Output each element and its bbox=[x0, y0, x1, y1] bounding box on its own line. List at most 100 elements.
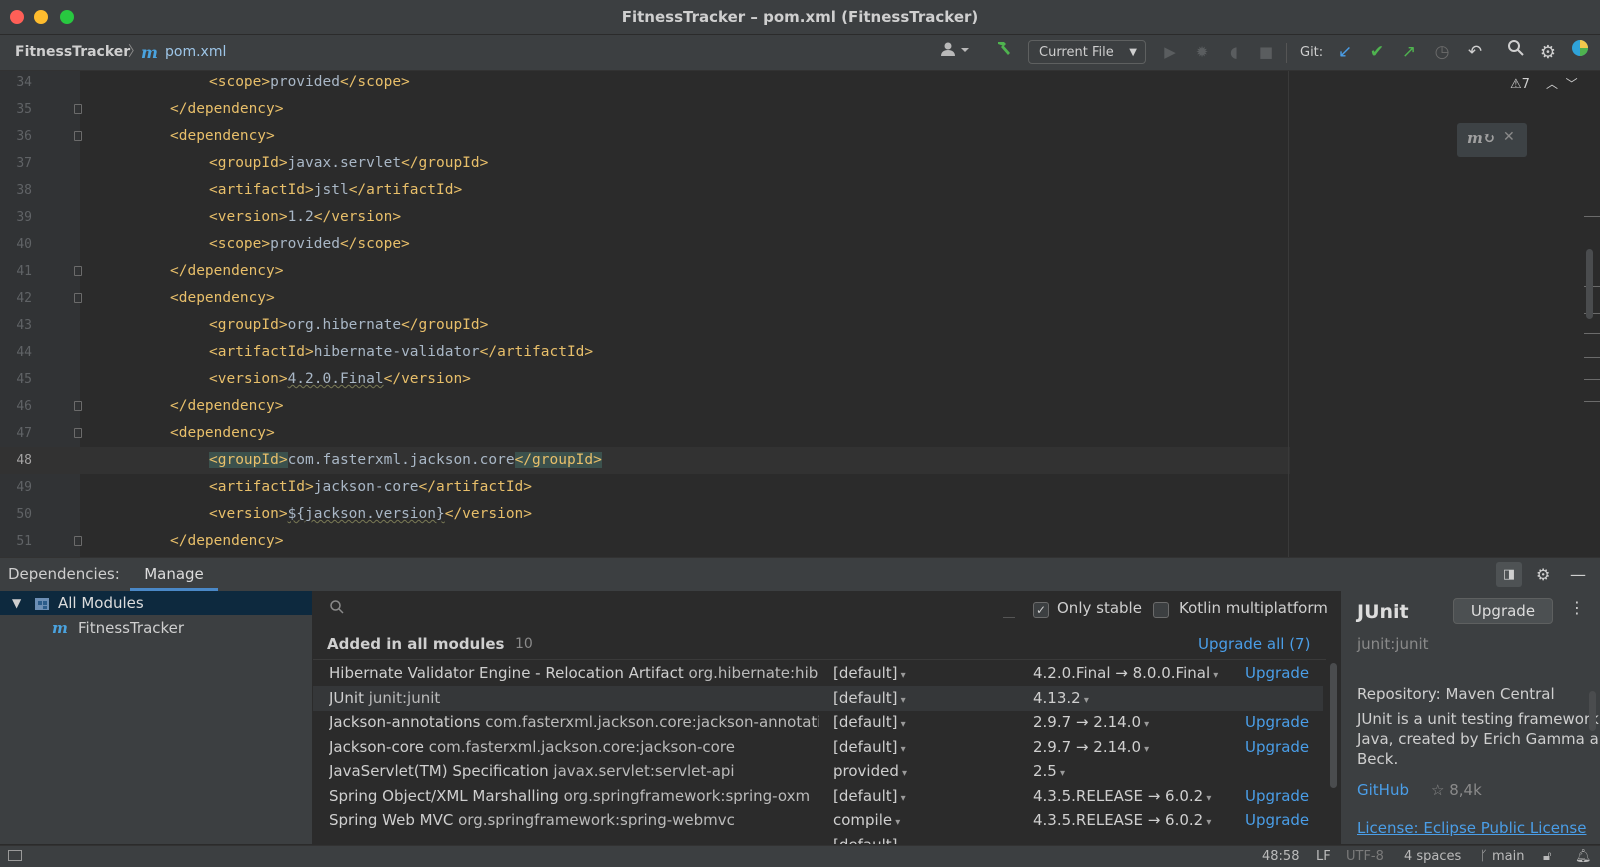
code-line[interactable]: 36 <dependency> bbox=[0, 123, 1290, 150]
code-line[interactable]: 42 <dependency> bbox=[0, 285, 1290, 312]
package-row[interactable]: JUnit junit:junit [default] ▾ 4.13.2 ▾ bbox=[313, 685, 1323, 713]
breadcrumb-file[interactable]: pom.xml bbox=[165, 35, 226, 70]
package-version-select[interactable]: 4.13.2 ▾ bbox=[1033, 686, 1228, 713]
jetbrains-logo-icon[interactable] bbox=[1568, 35, 1592, 70]
code-line[interactable]: 49 <artifactId>jackson-core</artifactId> bbox=[0, 474, 1290, 501]
package-list-scrollbar[interactable] bbox=[1330, 663, 1337, 788]
fold-marker-icon[interactable] bbox=[74, 428, 82, 438]
upgrade-link[interactable]: Upgrade bbox=[1245, 710, 1309, 735]
git-push-icon[interactable]: ↗ bbox=[1397, 35, 1421, 70]
code-line[interactable]: 34 <scope>provided</scope> bbox=[0, 71, 1290, 96]
run-config-select[interactable]: Current File ▼ bbox=[1028, 40, 1146, 64]
package-row[interactable]: Jackson-annotations com.fasterxml.jackso… bbox=[313, 710, 1323, 735]
kotlin-multiplatform-checkbox[interactable] bbox=[1153, 602, 1169, 618]
upgrade-all-link[interactable]: Upgrade all (7) bbox=[1198, 635, 1310, 653]
code-line[interactable]: 35 </dependency> bbox=[0, 96, 1290, 123]
maven-reload-icon[interactable]: m↻ bbox=[1467, 129, 1495, 147]
package-scope-select[interactable]: [default] ▾ bbox=[833, 686, 1013, 713]
package-scope-select[interactable]: provided ▾ bbox=[833, 759, 1013, 786]
package-row[interactable]: Jackson-core com.fasterxml.jackson.core:… bbox=[313, 735, 1323, 760]
lock-icon[interactable]: 🔓︎ bbox=[1543, 846, 1551, 867]
code-line[interactable]: 40 <scope>provided</scope> bbox=[0, 231, 1290, 258]
settings-icon[interactable]: ⚙ bbox=[1536, 35, 1560, 70]
rollback-icon[interactable]: ↶ bbox=[1463, 35, 1487, 70]
package-version-select[interactable]: 2.9.7 → 2.14.0 ▾ bbox=[1033, 710, 1228, 737]
license-link[interactable]: License: Eclipse Public License bbox=[1357, 819, 1586, 837]
breadcrumb-project[interactable]: FitnessTracker bbox=[15, 35, 130, 70]
toggle-details-panel-icon[interactable]: ◨ bbox=[1496, 562, 1522, 587]
code-editor[interactable]: 34 <scope>provided</scope> 35 </dependency>… bbox=[0, 71, 1600, 557]
history-icon[interactable]: ◷ bbox=[1430, 35, 1454, 70]
package-row[interactable]: Spring Object/XML Marshalling org.spring… bbox=[313, 784, 1323, 809]
package-version-select[interactable]: 4.3.5.RELEASE → 6.0.2 ▾ bbox=[1033, 808, 1228, 835]
search-icon[interactable] bbox=[1504, 35, 1528, 70]
toggle-toolwindows-icon[interactable] bbox=[8, 850, 22, 861]
fold-marker-icon[interactable] bbox=[74, 293, 82, 303]
notifications-icon[interactable]: 🔔︎ bbox=[1575, 846, 1592, 867]
only-stable-checkbox[interactable]: ✓ bbox=[1033, 602, 1049, 618]
settings-icon[interactable]: ⚙ bbox=[1536, 558, 1550, 591]
indent-setting[interactable]: 4 spaces bbox=[1404, 846, 1461, 867]
run-icon[interactable]: ▶ bbox=[1158, 35, 1182, 70]
editor-scrollbar[interactable] bbox=[1586, 249, 1593, 319]
package-row[interactable]: [default] ▾ bbox=[313, 833, 1323, 845]
package-version-select[interactable]: 2.9.7 → 2.14.0 ▾ bbox=[1033, 735, 1228, 762]
kotlin-multiplatform-label[interactable]: Kotlin multiplatform bbox=[1179, 599, 1328, 617]
git-branch-widget[interactable]: ᚴ main bbox=[1480, 846, 1524, 867]
package-row[interactable]: JavaServlet(TM) Specification javax.serv… bbox=[313, 759, 1323, 784]
upgrade-button[interactable]: Upgrade bbox=[1453, 598, 1553, 624]
stop-icon[interactable]: ■ bbox=[1254, 35, 1278, 70]
file-encoding[interactable]: UTF-8 bbox=[1346, 846, 1384, 867]
code-line[interactable]: 41 </dependency> bbox=[0, 258, 1290, 285]
module-tree-item-all[interactable]: ▼ All Modules bbox=[0, 591, 312, 615]
warnings-indicator[interactable]: ⚠7 bbox=[1510, 77, 1530, 92]
minimize-toolwindow-icon[interactable]: — bbox=[1570, 558, 1586, 591]
code-line[interactable]: 47 <dependency> bbox=[0, 420, 1290, 447]
package-scope-select[interactable]: [default] ▾ bbox=[833, 735, 1013, 762]
code-line[interactable]: 46 </dependency> bbox=[0, 393, 1290, 420]
line-separator[interactable]: LF bbox=[1316, 846, 1331, 867]
git-commit-icon[interactable]: ✔ bbox=[1365, 35, 1389, 70]
package-version-select[interactable]: 2.5 ▾ bbox=[1033, 759, 1228, 786]
upgrade-link[interactable]: Upgrade bbox=[1245, 661, 1309, 686]
account-icon[interactable] bbox=[938, 35, 972, 70]
upgrade-link[interactable]: Upgrade bbox=[1245, 735, 1309, 760]
code-line[interactable]: 37 <groupId>javax.servlet</groupId> bbox=[0, 150, 1290, 177]
package-scope-select[interactable]: [default] ▾ bbox=[833, 661, 1013, 688]
fold-marker-icon[interactable] bbox=[74, 266, 82, 276]
more-options-icon[interactable]: ⋮ bbox=[1569, 598, 1585, 617]
caret-position[interactable]: 48:58 bbox=[1262, 846, 1299, 867]
only-stable-label[interactable]: Only stable bbox=[1057, 599, 1142, 617]
package-search-input[interactable] bbox=[353, 595, 917, 623]
code-line[interactable]: 48 <groupId>com.fasterxml.jackson.core</g… bbox=[0, 447, 1290, 474]
code-line[interactable]: 38 <artifactId>jstl</artifactId> bbox=[0, 177, 1290, 204]
code-line[interactable]: 44 <artifactId>hibernate-validator</artif… bbox=[0, 339, 1290, 366]
build-hammer-icon[interactable] bbox=[992, 35, 1016, 70]
debug-icon[interactable]: ✹ bbox=[1190, 35, 1214, 70]
module-tree-item-fitnesstracker[interactable]: FitnessTracker bbox=[78, 615, 184, 641]
github-link[interactable]: GitHub bbox=[1357, 781, 1409, 799]
fold-marker-icon[interactable] bbox=[74, 401, 82, 411]
upgrade-link[interactable]: Upgrade bbox=[1245, 808, 1309, 833]
code-line[interactable]: 45 <version>4.2.0.Final</version> bbox=[0, 366, 1290, 393]
package-row[interactable]: Hibernate Validator Engine - Relocation … bbox=[313, 661, 1323, 686]
git-update-icon[interactable]: ↙ bbox=[1333, 35, 1357, 70]
previous-warning-icon[interactable]: ︿ bbox=[1546, 77, 1558, 91]
fold-marker-icon[interactable] bbox=[74, 131, 82, 141]
package-scope-select[interactable]: compile ▾ bbox=[833, 808, 1013, 835]
code-line[interactable]: 43 <groupId>org.hibernate</groupId> bbox=[0, 312, 1290, 339]
chevron-down-icon[interactable]: ▼ bbox=[12, 591, 21, 615]
package-scope-select[interactable]: [default] ▾ bbox=[833, 833, 1013, 845]
package-version-select[interactable]: 4.2.0.Final → 8.0.0.Final ▾ bbox=[1033, 661, 1228, 688]
next-warning-icon[interactable]: ﹀ bbox=[1566, 77, 1578, 91]
package-scope-select[interactable]: [default] ▾ bbox=[833, 784, 1013, 811]
upgrade-link[interactable]: Upgrade bbox=[1245, 784, 1309, 809]
fold-marker-icon[interactable] bbox=[74, 536, 82, 546]
details-scrollbar[interactable] bbox=[1589, 691, 1596, 731]
package-version-select[interactable]: 4.3.5.RELEASE → 6.0.2 ▾ bbox=[1033, 784, 1228, 811]
package-scope-select[interactable]: [default] ▾ bbox=[833, 710, 1013, 737]
fold-marker-icon[interactable] bbox=[74, 104, 82, 114]
coverage-icon[interactable]: ◖ bbox=[1222, 35, 1246, 70]
code-line[interactable]: 51 </dependency> bbox=[0, 528, 1290, 555]
tab-manage[interactable]: Manage bbox=[130, 558, 218, 591]
